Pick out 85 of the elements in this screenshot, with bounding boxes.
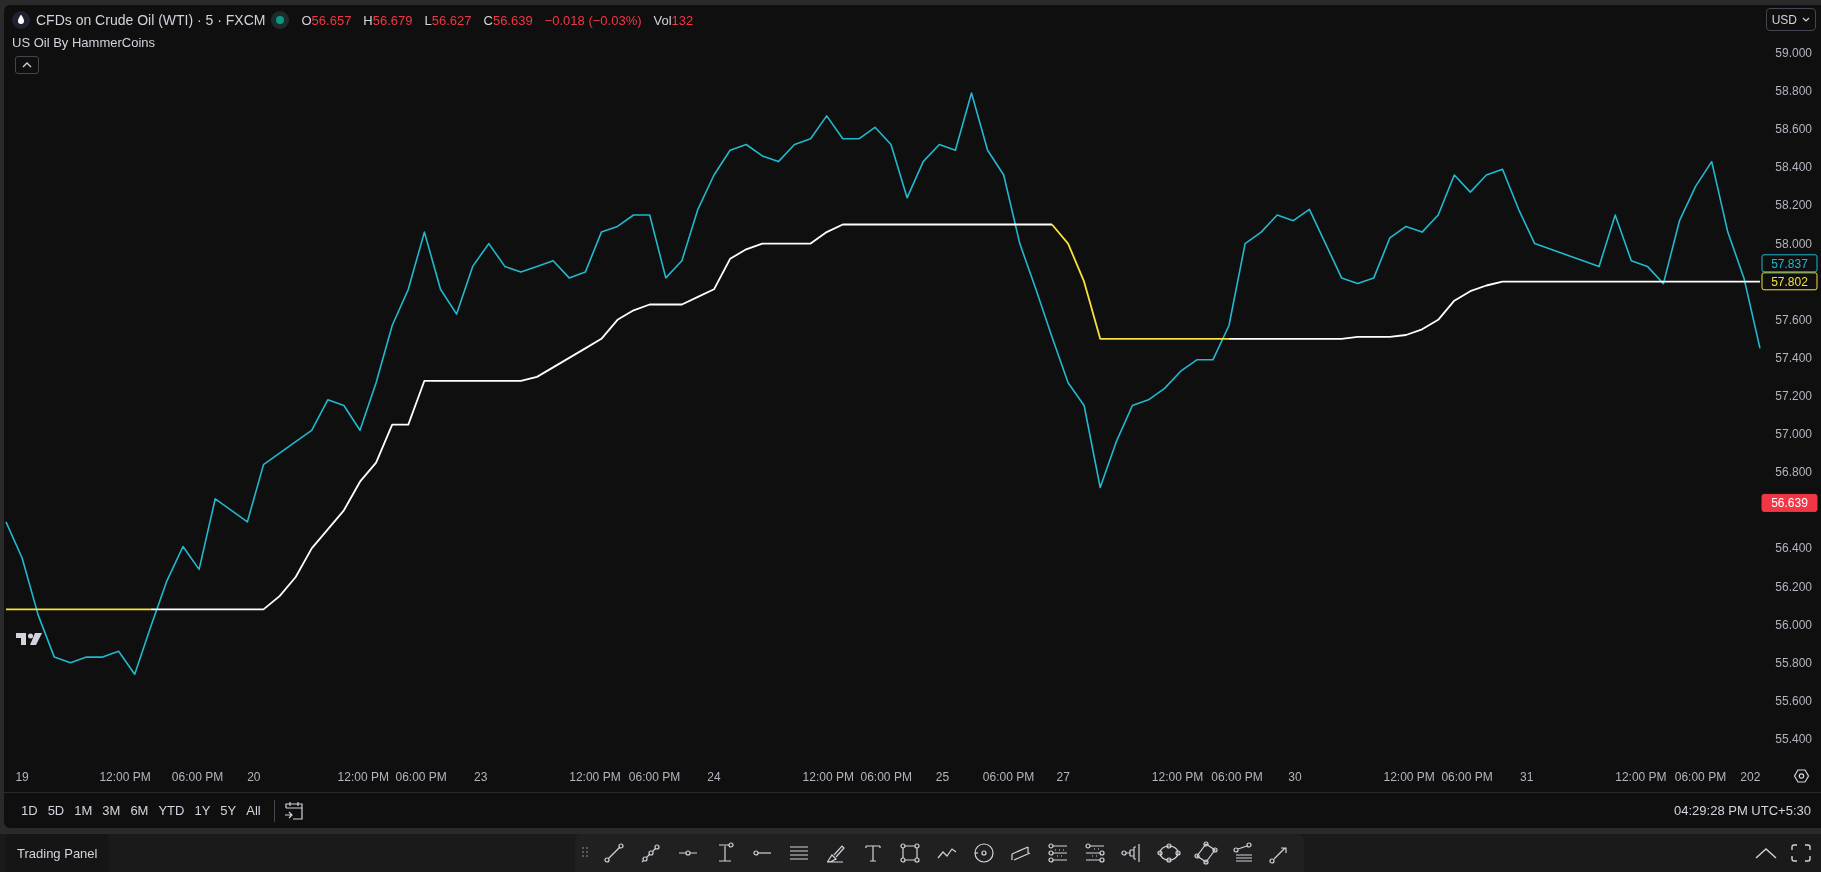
time-axis-label: 12:00 PM bbox=[802, 770, 854, 784]
price-axis-label: 55.400 bbox=[1775, 732, 1812, 746]
ohlc-label: O bbox=[301, 12, 312, 28]
time-axis-label: 12:00 PM bbox=[99, 770, 151, 784]
chevron-down-icon bbox=[1802, 17, 1810, 22]
price-axis-label: 56.800 bbox=[1775, 465, 1812, 480]
level-lines-icon[interactable] bbox=[1045, 841, 1070, 865]
volume-value: 132 bbox=[671, 12, 694, 28]
price-axis-label: 56.000 bbox=[1775, 617, 1812, 632]
range-button[interactable]: 6M bbox=[125, 799, 154, 822]
change-value: −0.018 (−0.03%) bbox=[544, 12, 642, 28]
price-marker: 57.802 bbox=[1761, 272, 1818, 291]
volume-label: Vol bbox=[653, 12, 672, 28]
time-axis-label: 06:00 PM bbox=[628, 770, 681, 784]
time-axis-label: 20 bbox=[247, 770, 261, 784]
chevron-up-icon[interactable] bbox=[1755, 847, 1777, 859]
time-axis-label: 24 bbox=[707, 770, 721, 784]
price-marker: 56.639 bbox=[1761, 493, 1818, 512]
ohlc-value: 56.657 bbox=[311, 12, 352, 28]
time-axis-label: 06:00 PM bbox=[171, 770, 224, 784]
time-axis-label: 06:00 PM bbox=[1674, 770, 1727, 784]
range-button[interactable]: 3M bbox=[97, 799, 126, 822]
time-axis-label: 06:00 PM bbox=[982, 770, 1035, 784]
symbol-title[interactable]: CFDs on Crude Oil (WTI) · 5 · FXCM bbox=[36, 12, 266, 28]
range-button[interactable]: All bbox=[241, 799, 266, 822]
time-axis-label: 30 bbox=[1288, 770, 1302, 784]
time-axis-label: 12:00 PM bbox=[1615, 770, 1667, 784]
price-axis-label: 57.200 bbox=[1775, 389, 1812, 403]
price-axis-label: 55.600 bbox=[1775, 693, 1812, 708]
ellipse-icon[interactable] bbox=[1156, 841, 1181, 865]
range-button[interactable]: 5Y bbox=[215, 799, 242, 822]
ohlc-label: C bbox=[483, 12, 493, 28]
time-axis-label: 12:00 PM bbox=[1383, 770, 1435, 784]
ohlc-value: 56.627 bbox=[431, 12, 472, 28]
price-axis-label: 57.400 bbox=[1775, 350, 1812, 365]
time-axis-label: 23 bbox=[474, 770, 488, 784]
range-button[interactable]: 5D bbox=[42, 799, 70, 822]
time-axis-label: 31 bbox=[1520, 770, 1534, 784]
ohlc-value: 56.679 bbox=[372, 12, 413, 28]
fan-lines-icon[interactable] bbox=[1230, 841, 1255, 865]
range-button[interactable]: 1Y bbox=[189, 799, 216, 822]
ohlc-label: H bbox=[363, 12, 373, 28]
price-axis-label: 55.800 bbox=[1775, 655, 1812, 670]
price-marker: 57.837 bbox=[1761, 254, 1818, 273]
level-lines-icon[interactable] bbox=[1082, 841, 1107, 865]
target-circle-icon[interactable] bbox=[971, 841, 996, 865]
price-axis-label: 58.200 bbox=[1775, 198, 1812, 213]
time-axis-label: 25 bbox=[935, 770, 950, 784]
time-axis-label: 27 bbox=[1056, 770, 1070, 784]
price-axis-label: 58.800 bbox=[1775, 84, 1812, 99]
price-axis-label: 58.000 bbox=[1775, 236, 1812, 251]
indicator-title[interactable]: US Oil By HammerCoins bbox=[12, 35, 694, 50]
collapse-button[interactable] bbox=[15, 56, 39, 74]
time-axis-label: 06:00 PM bbox=[860, 770, 912, 784]
chevron-up-icon bbox=[22, 62, 32, 68]
price-axis-label: 58.600 bbox=[1775, 122, 1812, 137]
time-axis-label: 12:00 PM bbox=[569, 770, 621, 784]
range-button[interactable]: 1M bbox=[69, 799, 98, 822]
droplet-icon bbox=[12, 11, 30, 29]
range-button[interactable]: 1D bbox=[16, 799, 43, 822]
time-axis-label: 19 bbox=[15, 770, 29, 784]
trading-panel-tab[interactable]: Trading Panel bbox=[5, 834, 110, 872]
time-axis-label: 06:00 PM bbox=[395, 770, 447, 784]
drag-handle-icon[interactable] bbox=[581, 846, 589, 860]
settings-icon[interactable] bbox=[1793, 769, 1810, 783]
time-axis-label: 06:00 PM bbox=[1441, 770, 1493, 784]
rectangle-icon[interactable] bbox=[897, 841, 922, 865]
calendar-icon[interactable] bbox=[282, 799, 305, 822]
ohlc-label: L bbox=[424, 12, 432, 28]
ohlc-value: 56.639 bbox=[492, 12, 533, 28]
trend-line-icon[interactable] bbox=[601, 841, 626, 865]
price-axis-label: 57.000 bbox=[1775, 427, 1812, 442]
price-axis-label: 57.600 bbox=[1775, 312, 1812, 327]
currency-button[interactable]: USD bbox=[1765, 8, 1816, 31]
fullscreen-icon[interactable] bbox=[1791, 844, 1811, 862]
price-axis-label: 56.400 bbox=[1775, 541, 1812, 556]
time-axis-label: 06:00 PM bbox=[1211, 770, 1263, 784]
price-axis-label: 56.200 bbox=[1775, 579, 1812, 594]
price-axis-label: 59.000 bbox=[1775, 46, 1812, 60]
clock-text: 04:29:28 PM UTC+5:30 bbox=[1674, 803, 1811, 818]
time-axis-label: 202 bbox=[1740, 770, 1761, 784]
price-axis-label: 58.400 bbox=[1775, 160, 1812, 175]
range-button[interactable]: YTD bbox=[153, 799, 190, 822]
time-axis-label: 12:00 PM bbox=[337, 770, 389, 784]
time-axis-label: 12:00 PM bbox=[1151, 770, 1204, 784]
